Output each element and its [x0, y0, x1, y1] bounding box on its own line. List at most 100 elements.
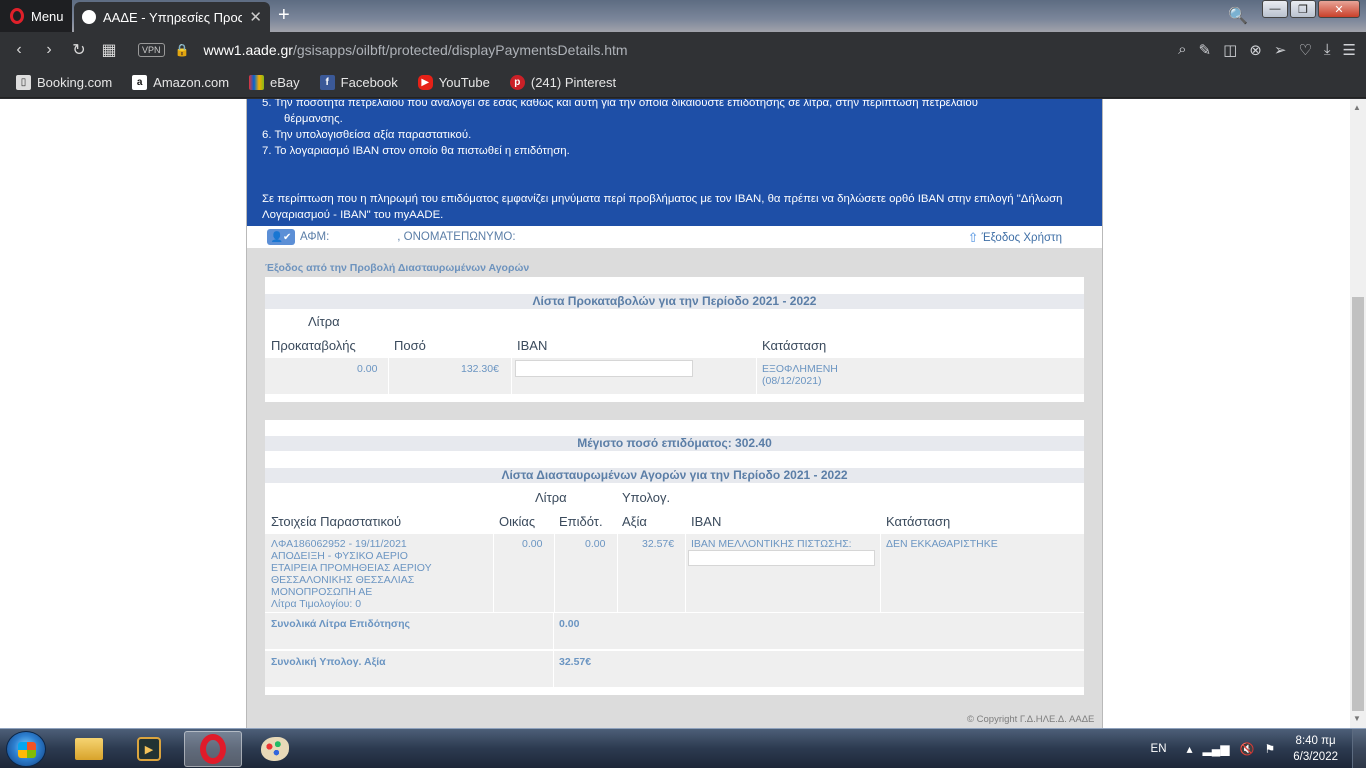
amazon-icon: a [132, 75, 148, 90]
aade-favicon-icon [82, 10, 96, 24]
bookmark-amazon[interactable]: a Amazon.com [132, 75, 229, 90]
bookmark-pinterest[interactable]: p (241) Pinterest [509, 75, 616, 90]
exit-arrow-icon: ⇧ [967, 230, 979, 245]
advance-iban-field [515, 360, 693, 377]
advance-status: ΕΞΟΦΛΗΜΕΝΗ [762, 363, 838, 375]
advances-title: Λίστα Προκαταβολών για την Περίοδο 2021 … [265, 294, 1084, 309]
purchases-header-doc: Στοιχεία Παραστατικού [271, 514, 402, 529]
easy-setup-icon[interactable]: ☰ [1343, 41, 1356, 59]
bookmark-label: Facebook [340, 75, 398, 90]
purchases-header-iban: IBAN [691, 514, 722, 529]
doc-line: ΕΤΑΙΡΕΙΑ ΠΡΟΜΗΘΕΙΑΣ ΑΕΡΙΟΥ [271, 562, 432, 574]
col-divider [388, 358, 389, 394]
show-desktop-button[interactable] [1352, 729, 1366, 768]
download-icon[interactable]: ⤓ [1324, 41, 1331, 59]
purchases-header-value: Αξία [622, 514, 647, 529]
scroll-down-icon[interactable]: ▼ [1353, 714, 1361, 723]
advances-panel: Λίστα Προκαταβολών για την Περίοδο 2021 … [265, 277, 1084, 402]
exit-cross-view-link[interactable]: Έξοδος από την Προβολή Διασταυρωμένων Αγ… [265, 262, 529, 274]
vpn-badge[interactable]: VPN [138, 43, 165, 57]
col-divider [511, 358, 512, 394]
notice-item-6: 6. Την υπολογισθείσα αξία παραστατικού. [262, 129, 472, 141]
bookmark-label: Amazon.com [153, 75, 230, 90]
col-divider [685, 534, 686, 612]
scroll-up-icon[interactable]: ▲ [1353, 103, 1361, 112]
purchases-header-liters-top: Λίτρα [535, 490, 567, 505]
advance-status-date: (08/12/2021) [762, 375, 822, 387]
taskbar-opera[interactable] [184, 731, 242, 767]
action-center-icon[interactable]: ⚑ [1264, 742, 1275, 756]
total-liters-value: 0.00 [559, 618, 580, 630]
total-value-value: 32.57€ [559, 656, 592, 668]
show-hidden-icon[interactable]: ▴ [1187, 742, 1193, 756]
forward-icon[interactable]: › [34, 41, 64, 59]
advance-liters: 0.00 [357, 363, 378, 375]
edit-icon[interactable]: ✎ [1199, 41, 1212, 59]
block-icon[interactable]: ⊗ [1249, 41, 1262, 59]
heart-icon[interactable]: ♡ [1298, 41, 1311, 59]
purchase-home-liters: 0.00 [522, 538, 543, 550]
bookmark-youtube[interactable]: ▶ YouTube [417, 75, 490, 90]
tab-search-icon[interactable]: 🔍 [1228, 6, 1248, 26]
col-divider [617, 534, 618, 612]
notice-item-7: 7. Το λογαριασμό IBAN στον οποίο θα πιστ… [262, 145, 570, 157]
page-icon: ▯ [16, 75, 31, 90]
lock-icon[interactable]: 🔒 [175, 43, 190, 57]
purchases-header-home: Οικίας [499, 514, 536, 529]
send-icon[interactable]: ➢ [1274, 41, 1287, 59]
exit-user-link[interactable]: ⇧ Έξοδος Χρήστη [968, 230, 1062, 246]
close-window-button[interactable]: ✕ [1318, 0, 1360, 18]
minimize-button[interactable]: — [1262, 0, 1288, 18]
search-page-icon[interactable]: ⌕ [1178, 41, 1186, 59]
url-path: /gsisapps/oilbft/protected/displayPaymen… [292, 42, 628, 58]
tabs-grid-icon[interactable]: ▦ [94, 40, 124, 60]
taskbar-explorer[interactable] [60, 731, 118, 767]
ebay-icon [249, 75, 265, 90]
clock-date: 6/3/2022 [1293, 751, 1338, 763]
camera-icon[interactable]: ◫ [1223, 41, 1237, 59]
notice-item-5-line1: 5. Την ποσότητα πετρελαίου που αναλογεί … [262, 99, 978, 109]
volume-muted-icon[interactable]: 🔇 [1240, 742, 1255, 756]
maximize-button[interactable]: ❐ [1290, 0, 1316, 18]
window-controls: — ❐ ✕ [1262, 0, 1360, 18]
scroll-thumb[interactable] [1352, 297, 1364, 711]
reload-icon[interactable]: ↻ [64, 40, 94, 60]
back-icon[interactable]: ‹ [4, 41, 34, 59]
new-tab-button[interactable]: + [278, 4, 290, 27]
purchases-header-status: Κατάσταση [886, 514, 951, 529]
facebook-icon: f [319, 75, 335, 90]
purchases-panel: Μέγιστο ποσό επιδόματος: 302.40 Λίστα Δι… [265, 420, 1084, 695]
start-button[interactable] [6, 731, 46, 767]
panel-separator [265, 402, 1084, 418]
browser-menu-button[interactable]: Menu [0, 0, 72, 32]
bookmark-ebay[interactable]: eBay [249, 75, 300, 90]
taskbar-media-player[interactable]: ▶ [120, 731, 178, 767]
browser-tab-bar: Menu ΑΑΔΕ - Υπηρεσίες Προς Πο ✕ + 🔍 — ❐ … [0, 0, 1366, 32]
col-divider [553, 613, 554, 649]
page-scrollbar[interactable]: ▲ ▼ [1350, 99, 1366, 728]
youtube-icon: ▶ [417, 75, 433, 90]
copyright: © Copyright Γ.Δ.ΗΛΕ.Δ. ΑΑΔΕ [967, 714, 1095, 725]
doc-line: ΘΕΣΣΑΛΟΝΙΚΗΣ ΘΕΣΣΑΛΙΑΣ [271, 574, 415, 586]
advances-header-liters-1: Λίτρα [308, 314, 340, 329]
taskbar-paint[interactable] [246, 731, 304, 767]
close-tab-icon[interactable]: ✕ [249, 8, 262, 26]
purchase-value: 32.57€ [642, 538, 675, 550]
opera-logo-icon [10, 8, 24, 24]
user-bar: 👤✔ ΑΦΜ: , ΟΝΟΜΑΤΕΠΩΝΥΜΟ: ⇧ Έξοδος Χρήστη [247, 226, 1102, 248]
url-field[interactable]: www1.aade.gr/gsisapps/oilbft/protected/d… [203, 42, 627, 58]
doc-line: Λίτρα Τιμολογίου: 0 [271, 598, 362, 610]
pinterest-icon: p [509, 75, 525, 90]
clock[interactable]: 8:40 πμ 6/3/2022 [1293, 733, 1338, 765]
tab-aade[interactable]: ΑΑΔΕ - Υπηρεσίες Προς Πο ✕ [74, 2, 270, 32]
info-notice: 5. Την ποσότητα πετρελαίου που αναλογεί … [247, 99, 1102, 226]
purchase-subsidy-liters: 0.00 [585, 538, 606, 550]
language-indicator[interactable]: EN [1151, 743, 1167, 755]
network-icon[interactable]: ▂▄▆ [1203, 742, 1230, 756]
advances-header-amount: Ποσό [394, 338, 426, 353]
bookmark-booking[interactable]: ▯ Booking.com [16, 75, 112, 90]
purchases-title: Λίστα Διασταυρωμένων Αγορών για την Περί… [265, 468, 1084, 483]
doc-line: ΜΟΝΟΠΡΟΣΩΠΗ ΑΕ [271, 586, 373, 598]
bookmark-facebook[interactable]: f Facebook [319, 75, 398, 90]
max-amount: Μέγιστο ποσό επιδόματος: 302.40 [265, 436, 1084, 451]
